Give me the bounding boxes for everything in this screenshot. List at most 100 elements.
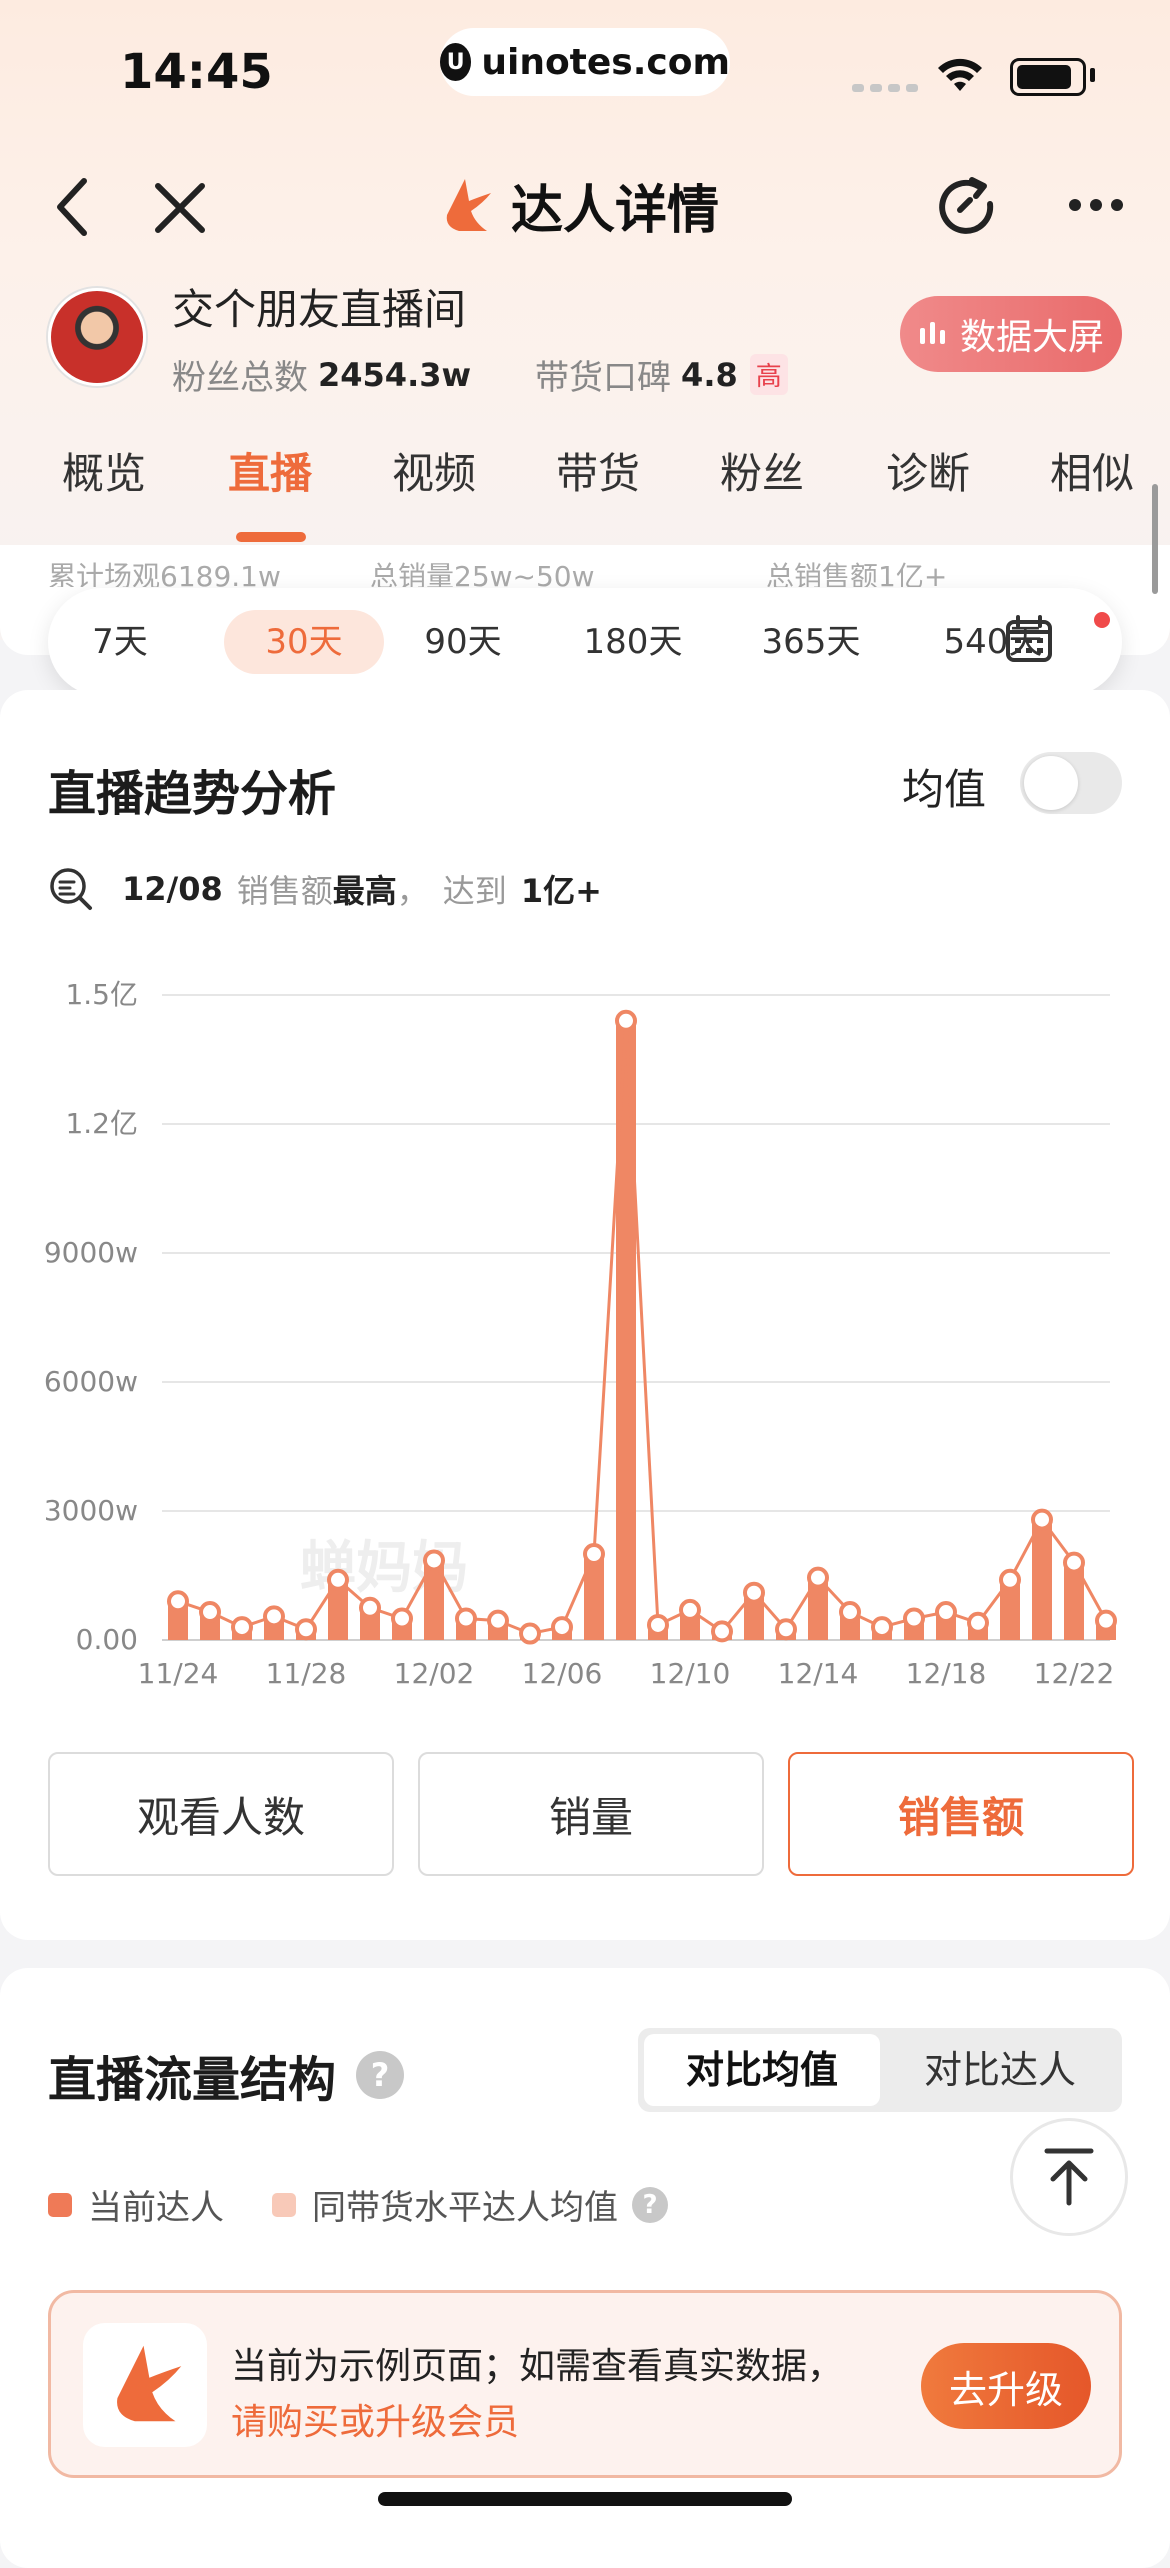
- period-90d[interactable]: 90天: [418, 610, 508, 674]
- metric-viewers-button[interactable]: 观看人数: [48, 1752, 394, 1876]
- ghost-stat-views: 累计场观6189.1w: [48, 560, 281, 587]
- data-screen-button[interactable]: 数据大屏: [900, 296, 1122, 372]
- chart-point: [1031, 1508, 1053, 1531]
- legend-help-icon[interactable]: ?: [632, 2186, 668, 2223]
- avg-toggle[interactable]: [1020, 752, 1122, 814]
- legend-current-swatch: [48, 2192, 72, 2217]
- metric-sales-button[interactable]: 销售额: [788, 1752, 1134, 1876]
- back-icon[interactable]: [42, 172, 102, 242]
- chart-point: [231, 1616, 253, 1639]
- period-30d[interactable]: 30天: [224, 610, 384, 674]
- y-tick-label: 3000w: [44, 1494, 138, 1527]
- insight-sep: ，: [396, 872, 429, 910]
- chart-point: [519, 1622, 541, 1645]
- scrollbar[interactable]: [1152, 484, 1158, 594]
- chart-point: [583, 1543, 605, 1565]
- chart-point: [935, 1601, 957, 1624]
- new-badge-dot: [1094, 612, 1110, 628]
- y-tick-label: 1.5亿: [65, 978, 138, 1011]
- active-tab-indicator: [236, 532, 306, 542]
- tab-fans[interactable]: 粉丝: [720, 440, 804, 501]
- rating-label: 带货口碑: [535, 358, 672, 398]
- chart-point: [615, 1009, 637, 1032]
- legend-avg-label: 同带货水平达人均值: [312, 2188, 618, 2228]
- y-tick-label: 1.2亿: [65, 1107, 138, 1140]
- refresh-icon[interactable]: [932, 172, 1004, 244]
- chart-point: [455, 1607, 477, 1630]
- more-icon[interactable]: [1066, 190, 1126, 220]
- chart-point: [839, 1601, 861, 1624]
- chart-point: [551, 1616, 573, 1639]
- x-tick-label: 12/10: [650, 1657, 731, 1690]
- rating-value: 4.8: [681, 355, 738, 394]
- tab-overview[interactable]: 概览: [62, 440, 146, 501]
- trend-chart[interactable]: 0.00 3000w 6000w 9000w 1.2亿 1.5亿 蝉妈妈 11/24 11/28…: [0, 960, 1170, 1710]
- data-screen-label: 数据大屏: [959, 317, 1104, 358]
- back-to-top-button[interactable]: [1010, 2118, 1128, 2236]
- y-tick-label: 0.00: [76, 1623, 138, 1656]
- chart-point: [295, 1618, 317, 1641]
- x-tick-label: 12/22: [1034, 1657, 1115, 1690]
- chart-point: [1095, 1609, 1117, 1632]
- chart-point: [1063, 1551, 1085, 1574]
- traffic-title-text: 直播流量结构: [48, 2052, 337, 2108]
- y-tick-label: 6000w: [44, 1365, 138, 1398]
- tab-similar[interactable]: 相似: [1050, 440, 1134, 501]
- x-tick-label: 12/18: [906, 1657, 987, 1690]
- period-7d[interactable]: 7天: [90, 610, 150, 674]
- url-pill[interactable]: U uinotes.com: [440, 28, 730, 96]
- banner-text: 当前为示例页面；如需查看真实数据，: [231, 2346, 844, 2387]
- status-time: 14:45: [120, 44, 273, 100]
- chart-point: [743, 1581, 765, 1604]
- profile-name: 交个朋友直播间: [172, 285, 467, 334]
- compare-toggle: 对比均值 对比达人: [638, 2028, 1122, 2112]
- upgrade-button[interactable]: 去升级: [921, 2343, 1091, 2429]
- ghost-stat-volume: 总销量25w~50w: [370, 560, 595, 587]
- x-tick-label: 11/28: [266, 1657, 347, 1690]
- cellular-signal-icon: [852, 84, 918, 92]
- traffic-legend: 当前达人 同带货水平达人均值 ?: [48, 2180, 668, 2229]
- compare-avg-tab[interactable]: 对比均值: [644, 2034, 880, 2106]
- tab-live[interactable]: 直播: [228, 440, 312, 501]
- traffic-title: 直播流量结构 ?: [48, 2040, 405, 2110]
- close-icon[interactable]: [148, 176, 212, 240]
- battery-tip: [1090, 68, 1095, 82]
- avg-label: 均值: [902, 765, 987, 814]
- overview-stats-peek: 累计场观6189.1w 总销量25w~50w 总销售额1亿+: [48, 555, 1128, 587]
- banner-link[interactable]: 请购买或升级会员: [231, 2393, 519, 2445]
- chart-point: [167, 1590, 189, 1613]
- period-365d[interactable]: 365天: [756, 610, 866, 674]
- avatar[interactable]: [48, 288, 146, 386]
- home-indicator: [378, 2492, 792, 2506]
- chart-point: [871, 1616, 893, 1639]
- chart-point: [903, 1607, 925, 1630]
- ghost-stat-sales: 总销售额1亿+: [766, 560, 948, 587]
- chart-bar: [1032, 1519, 1052, 1640]
- chart-point: [263, 1605, 285, 1628]
- chanmama-logo-icon: [446, 178, 491, 231]
- trend-chart-svg[interactable]: 0.003000w6000w9000w1.2亿1.5亿蝉妈妈11/24 11/28…: [0, 960, 1170, 1710]
- fans-label: 粉丝总数: [172, 358, 308, 398]
- tab-video[interactable]: 视频: [392, 440, 476, 501]
- tab-diagnosis[interactable]: 诊断: [886, 440, 970, 501]
- traffic-help-icon[interactable]: ?: [356, 2051, 405, 2099]
- chart-point: [647, 1613, 669, 1636]
- period-180d[interactable]: 180天: [578, 610, 688, 674]
- fans-value: 2454.3w: [318, 355, 472, 394]
- compare-expert-tab[interactable]: 对比达人: [884, 2034, 1116, 2106]
- chart-point: [999, 1568, 1021, 1591]
- profile-stats: 粉丝总数 2454.3w 带货口碑 4.8 高: [172, 350, 788, 399]
- chart-point: [327, 1568, 349, 1591]
- banner-logo-icon: [83, 2323, 207, 2447]
- x-tick-label: 12/14: [778, 1657, 859, 1690]
- calendar-icon[interactable]: [1004, 614, 1054, 668]
- period-selector: 7天 30天 90天 180天 365天 540天: [48, 588, 1122, 696]
- tab-bar: 概览 直播 视频 带货 粉丝 诊断 相似: [0, 430, 1170, 550]
- metric-volume-button[interactable]: 销量: [418, 1752, 764, 1876]
- tab-goods[interactable]: 带货: [556, 440, 640, 501]
- insight-search-icon: [50, 868, 92, 910]
- url-text: uinotes.com: [481, 41, 730, 83]
- chart-point: [711, 1620, 733, 1643]
- chart-point: [423, 1549, 445, 1572]
- site-logo-icon: U: [440, 43, 472, 81]
